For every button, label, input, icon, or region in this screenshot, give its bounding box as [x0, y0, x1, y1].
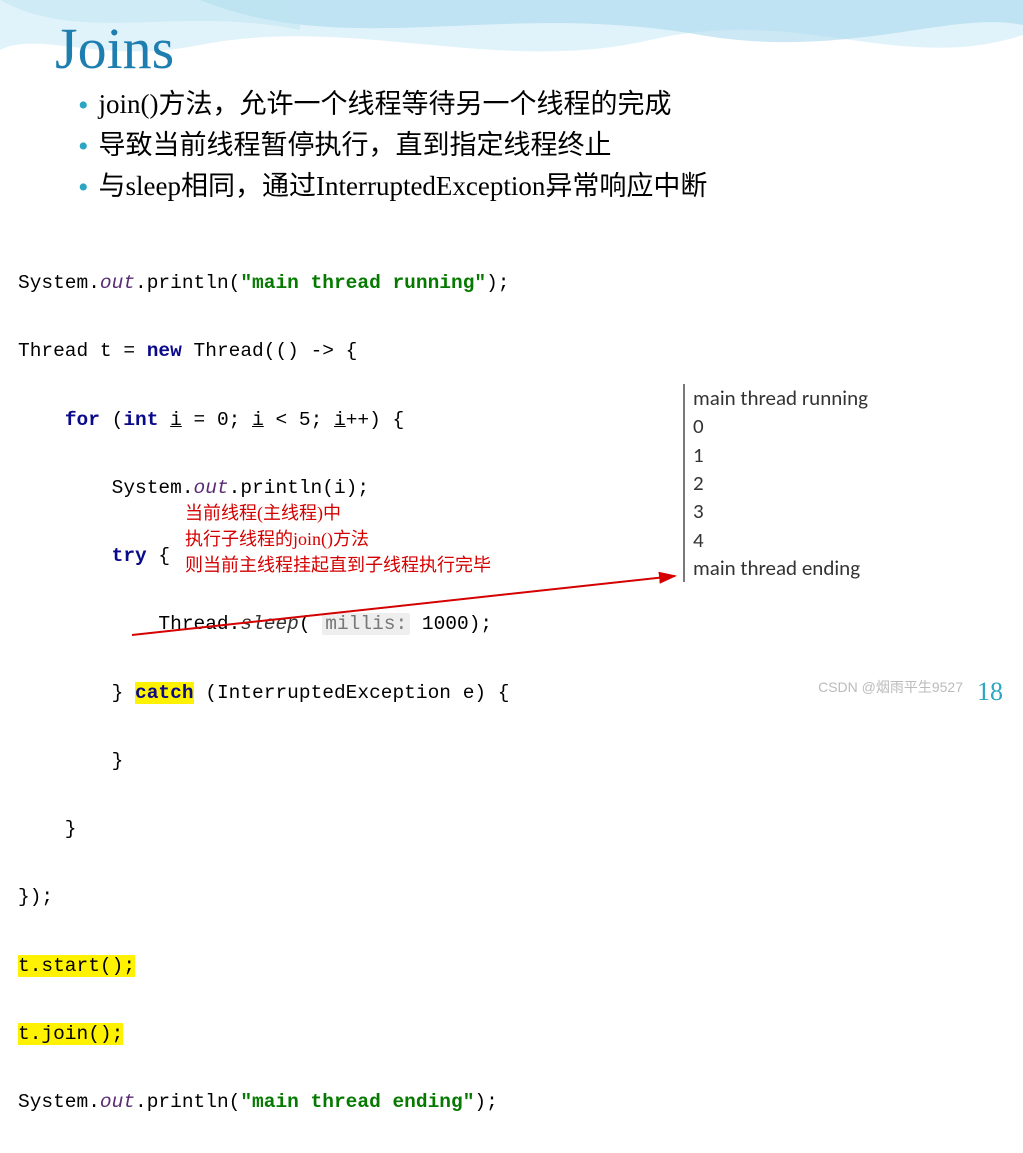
bullet-item: •与sleep相同，通过InterruptedException异常响应中断 [78, 167, 1003, 206]
output-line: 4 [693, 526, 903, 554]
bullet-item: •导致当前线程暂停执行，直到指定线程终止 [78, 126, 1003, 165]
bullet-text: 导致当前线程暂停执行，直到指定线程终止 [99, 126, 612, 165]
slide-number: 18 [977, 677, 1003, 707]
annotation-line: 则当前主线程挂起直到子线程执行完毕 [185, 552, 491, 578]
annotation: 当前线程(主线程)中 执行子线程的join()方法 则当前主线程挂起直到子线程执… [185, 500, 491, 578]
param-hint: millis: [322, 613, 410, 635]
bullet-item: •join()方法，允许一个线程等待另一个线程的完成 [78, 85, 1003, 124]
output-line: main thread ending [693, 554, 903, 582]
watermark: CSDN @烟雨平生9527 [818, 677, 963, 697]
highlighted-code: t.start(); [18, 955, 135, 977]
bullet-text: join()方法，允许一个线程等待另一个线程的完成 [99, 85, 672, 124]
annotation-line: 当前线程(主线程)中 [185, 500, 491, 526]
output-line: main thread running [693, 384, 903, 412]
highlighted-code: t.join(); [18, 1023, 123, 1045]
bullet-text: 与sleep相同，通过InterruptedException异常响应中断 [99, 167, 708, 206]
output-line: 1 [693, 441, 903, 469]
bullet-list: •join()方法，允许一个线程等待另一个线程的完成 •导致当前线程暂停执行，直… [78, 85, 1003, 208]
output-line: 0 [693, 412, 903, 440]
output-line: 2 [693, 469, 903, 497]
slide-title: Joins [55, 15, 174, 82]
annotation-line: 执行子线程的join()方法 [185, 526, 491, 552]
output-panel: main thread running 0 1 2 3 4 main threa… [683, 384, 903, 582]
output-line: 3 [693, 497, 903, 525]
